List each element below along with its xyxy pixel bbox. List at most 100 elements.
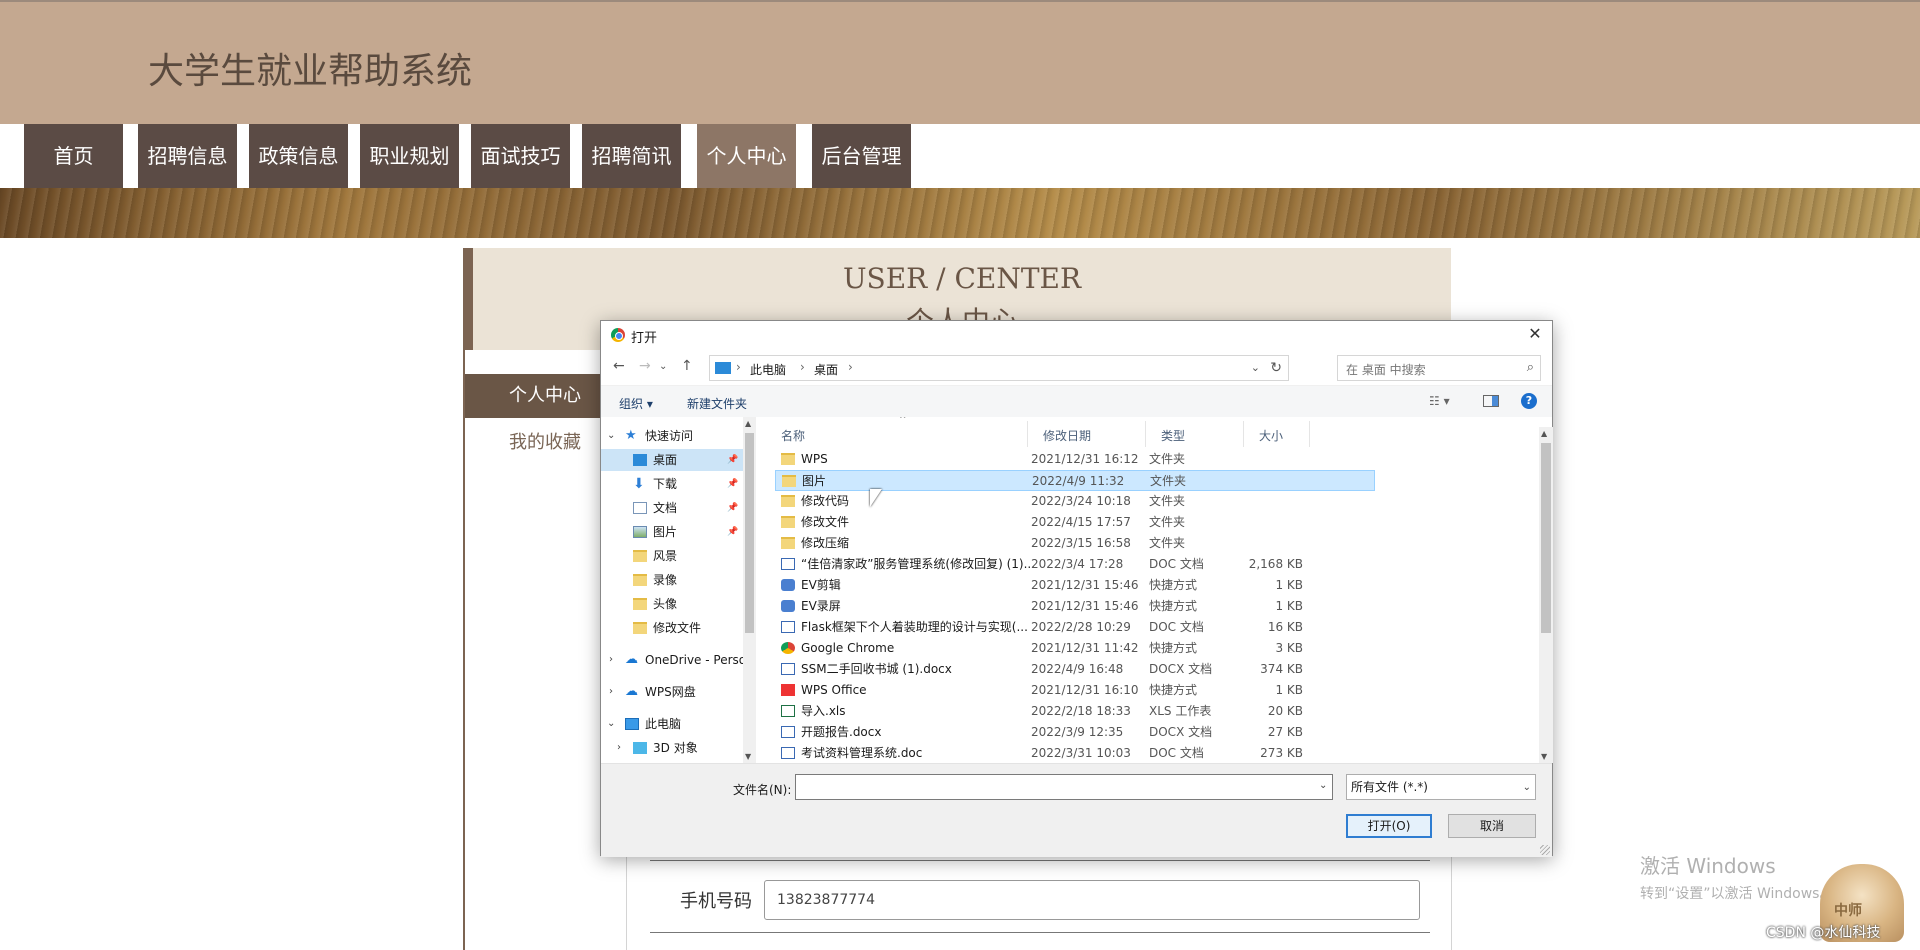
site-title: 大学生就业帮助系统 [148, 51, 473, 92]
address-bar[interactable]: › 此电脑 › 桌面 › ⌄ ↻ [709, 355, 1289, 381]
nav-quick-access[interactable]: ⌄ ★ 快速访问 [601, 425, 743, 447]
star-icon: ★ [625, 428, 637, 443]
nav-item-interview[interactable]: 面试技巧 [471, 124, 570, 188]
file-row[interactable]: 修改文件 2022/4/15 17:57 文件夹 [775, 512, 1375, 533]
windows-activation-watermark: 激活 Windows 转到“设置”以激活 Windows。 [1640, 850, 1833, 903]
recent-chevron-icon[interactable]: ⌄ [659, 361, 667, 372]
file-type: 文件夹 [1150, 474, 1187, 488]
file-row[interactable]: Flask框架下个人着装助理的设计与实现(... 2022/2/28 10:29… [775, 617, 1375, 638]
nav-item-news[interactable]: 招聘简讯 [582, 124, 681, 188]
file-scroll-thumb[interactable] [1541, 443, 1551, 633]
search-input[interactable]: 在 桌面 中搜索 ⌕ [1337, 355, 1541, 381]
column-header-name[interactable]: 名称 [781, 427, 805, 444]
pin-icon[interactable]: 📌 [727, 497, 738, 519]
file-row[interactable]: 修改代码 2022/3/24 10:18 文件夹 [775, 491, 1375, 512]
nav-pictures[interactable]: 图片 📌 [601, 521, 743, 543]
new-folder-button[interactable]: 新建文件夹 [687, 395, 747, 412]
file-row[interactable]: WPS Office 2021/12/31 16:10 快捷方式 1 KB [775, 680, 1375, 701]
filetype-select[interactable]: 所有文件 (*.*) ⌄ [1346, 774, 1536, 800]
chevron-down-icon[interactable]: ⌄ [607, 713, 615, 735]
download-icon: ⬇ [633, 476, 645, 492]
file-row[interactable]: “佳倍清家政”服务管理系统(修改回复) (1)... 2022/3/4 17:2… [775, 554, 1375, 575]
chevron-down-icon[interactable]: ⌄ [607, 425, 615, 447]
pc-icon [715, 362, 731, 374]
column-header-type[interactable]: 类型 [1161, 427, 1185, 444]
filename-input[interactable] [795, 774, 1333, 800]
back-arrow-icon[interactable]: ← [613, 358, 625, 374]
file-row[interactable]: 修改压缩 2022/3/15 16:58 文件夹 [775, 533, 1375, 554]
breadcrumb-this-pc[interactable]: 此电脑 [750, 361, 786, 378]
scroll-up-icon[interactable]: ▲ [745, 419, 751, 428]
nav-item-jobs[interactable]: 招聘信息 [138, 124, 237, 188]
cancel-button[interactable]: 取消 [1448, 814, 1536, 838]
nav-folder-modified-files[interactable]: 修改文件 [601, 617, 743, 639]
chevron-down-icon[interactable]: ⌄ [1251, 361, 1260, 374]
nav-documents[interactable]: 文档 📌 [601, 497, 743, 519]
column-divider[interactable] [1145, 421, 1146, 447]
nav-folder-scenery[interactable]: 风景 [601, 545, 743, 567]
file-modified: 2022/3/4 17:28 [1031, 557, 1124, 571]
preview-pane-icon[interactable] [1483, 395, 1499, 407]
column-header-modified[interactable]: 修改日期 [1043, 427, 1091, 444]
form-divider [650, 932, 1430, 933]
file-modified: 2021/12/31 16:12 [1031, 452, 1139, 466]
close-icon[interactable]: ✕ [1524, 323, 1546, 345]
file-name: EV剪辑 [801, 578, 841, 592]
file-list-scrollbar[interactable]: ▲ ▼ [1539, 427, 1553, 763]
nav-scrollbar[interactable]: ▲ ▼ [743, 417, 756, 763]
file-row[interactable]: EV录屏 2021/12/31 15:46 快捷方式 1 KB [775, 596, 1375, 617]
file-row[interactable]: 导入.xls 2022/2/18 18:33 XLS 工作表 20 KB [775, 701, 1375, 722]
pin-icon[interactable]: 📌 [727, 473, 738, 495]
chevron-right-icon[interactable]: › [617, 737, 621, 759]
refresh-icon[interactable]: ↻ [1270, 360, 1282, 376]
phone-label: 手机号码 [680, 891, 752, 912]
nav-item-admin[interactable]: 后台管理 [812, 124, 911, 188]
file-row[interactable]: SSM二手回收书城 (1).docx 2022/4/9 16:48 DOCX 文… [775, 659, 1375, 680]
file-modified: 2021/12/31 16:10 [1031, 683, 1139, 697]
chevron-right-icon[interactable]: › [609, 681, 613, 703]
nav-item-career[interactable]: 职业规划 [360, 124, 459, 188]
nav-downloads[interactable]: ⬇ 下载 📌 [601, 473, 743, 495]
column-header-size[interactable]: 大小 [1259, 427, 1283, 444]
pin-icon[interactable]: 📌 [727, 449, 738, 471]
column-divider[interactable] [1243, 421, 1244, 447]
phone-input[interactable]: 13823877774 [764, 880, 1420, 920]
scroll-up-icon[interactable]: ▲ [1541, 429, 1547, 438]
file-name: 考试资料管理系统.doc [801, 746, 923, 760]
nav-scroll-thumb[interactable] [745, 433, 754, 633]
open-button[interactable]: 打开(O) [1346, 814, 1432, 838]
resize-grip-icon[interactable] [1540, 845, 1550, 855]
nav-onedrive[interactable]: › ☁ OneDrive - Personal [601, 649, 743, 671]
file-row[interactable]: WPS 2021/12/31 16:12 文件夹 [775, 449, 1375, 470]
file-row[interactable]: Google Chrome 2021/12/31 11:42 快捷方式 3 KB [775, 638, 1375, 659]
column-divider[interactable] [1309, 421, 1310, 447]
file-modified: 2022/2/28 10:29 [1031, 620, 1131, 634]
wps-icon [781, 684, 795, 696]
column-divider[interactable] [1027, 421, 1028, 447]
scroll-down-icon[interactable]: ▼ [745, 752, 751, 761]
pin-icon[interactable]: 📌 [727, 521, 738, 543]
file-row-selected[interactable]: 图片 2022/4/9 11:32 文件夹 [775, 470, 1375, 491]
organize-button[interactable]: 组织 ▾ [619, 395, 653, 412]
nav-folder-avatar[interactable]: 头像 [601, 593, 743, 615]
nav-desktop[interactable]: 桌面 📌 [601, 449, 743, 471]
nav-item-policy[interactable]: 政策信息 [249, 124, 348, 188]
help-icon[interactable]: ? [1521, 393, 1537, 409]
file-modified: 2022/3/9 12:35 [1031, 725, 1124, 739]
nav-this-pc[interactable]: ⌄ 此电脑 [601, 713, 743, 735]
nav-item-user-center[interactable]: 个人中心 [697, 124, 796, 188]
chevron-right-icon[interactable]: › [609, 649, 613, 671]
nav-folder-video[interactable]: 录像 [601, 569, 743, 591]
forward-arrow-icon[interactable]: → [639, 358, 651, 374]
file-row[interactable]: 开题报告.docx 2022/3/9 12:35 DOCX 文档 27 KB [775, 722, 1375, 743]
up-arrow-icon[interactable]: ↑ [681, 358, 693, 374]
nav-wps-cloud[interactable]: › ☁ WPS网盘 [601, 681, 743, 703]
nav-item-home[interactable]: 首页 [24, 124, 123, 188]
breadcrumb-desktop[interactable]: 桌面 [814, 361, 838, 378]
view-options-icon[interactable]: ☷ ▾ [1429, 394, 1450, 408]
file-row[interactable]: 考试资料管理系统.doc 2022/3/31 10:03 DOC 文档 273 … [775, 743, 1375, 763]
file-row[interactable]: EV剪辑 2021/12/31 15:46 快捷方式 1 KB [775, 575, 1375, 596]
dialog-titlebar[interactable]: 打开 ✕ [601, 321, 1552, 349]
nav-3d-objects[interactable]: › 3D 对象 [601, 737, 743, 759]
scroll-down-icon[interactable]: ▼ [1541, 752, 1547, 761]
